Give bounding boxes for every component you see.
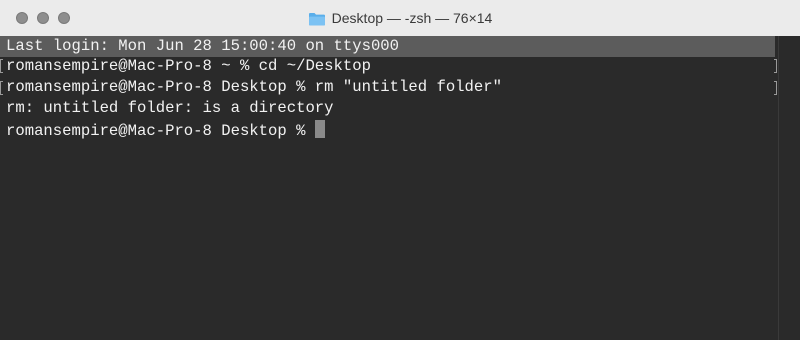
window-title: Desktop — -zsh — 76×14 xyxy=(0,0,800,36)
command-mark-right xyxy=(774,59,777,73)
scrollbar[interactable] xyxy=(778,36,800,340)
terminal-line-cd: romansempire@Mac-Pro-8 ~ % cd ~/Desktop xyxy=(6,57,371,75)
terminal-line-error: rm: untitled folder: is a directory xyxy=(6,99,334,117)
terminal-window: Desktop — -zsh — 76×14 Last login: Mon J… xyxy=(0,0,800,340)
terminal-line-prompt[interactable]: romansempire@Mac-Pro-8 Desktop % xyxy=(6,120,325,140)
terminal-content[interactable]: Last login: Mon Jun 28 15:00:40 on ttys0… xyxy=(0,36,800,340)
folder-icon xyxy=(308,13,325,26)
window-title-text: Desktop — -zsh — 76×14 xyxy=(331,10,493,26)
command-mark-left xyxy=(0,59,3,73)
command-mark-left xyxy=(0,81,3,95)
terminal-line-rm: romansempire@Mac-Pro-8 Desktop % rm "unt… xyxy=(6,78,502,96)
text-cursor xyxy=(314,120,325,138)
prompt-text: romansempire@Mac-Pro-8 Desktop % xyxy=(6,122,315,140)
command-mark-right xyxy=(774,81,777,95)
terminal-line-last-login: Last login: Mon Jun 28 15:00:40 on ttys0… xyxy=(6,37,400,55)
title-bar[interactable]: Desktop — -zsh — 76×14 xyxy=(0,0,800,37)
